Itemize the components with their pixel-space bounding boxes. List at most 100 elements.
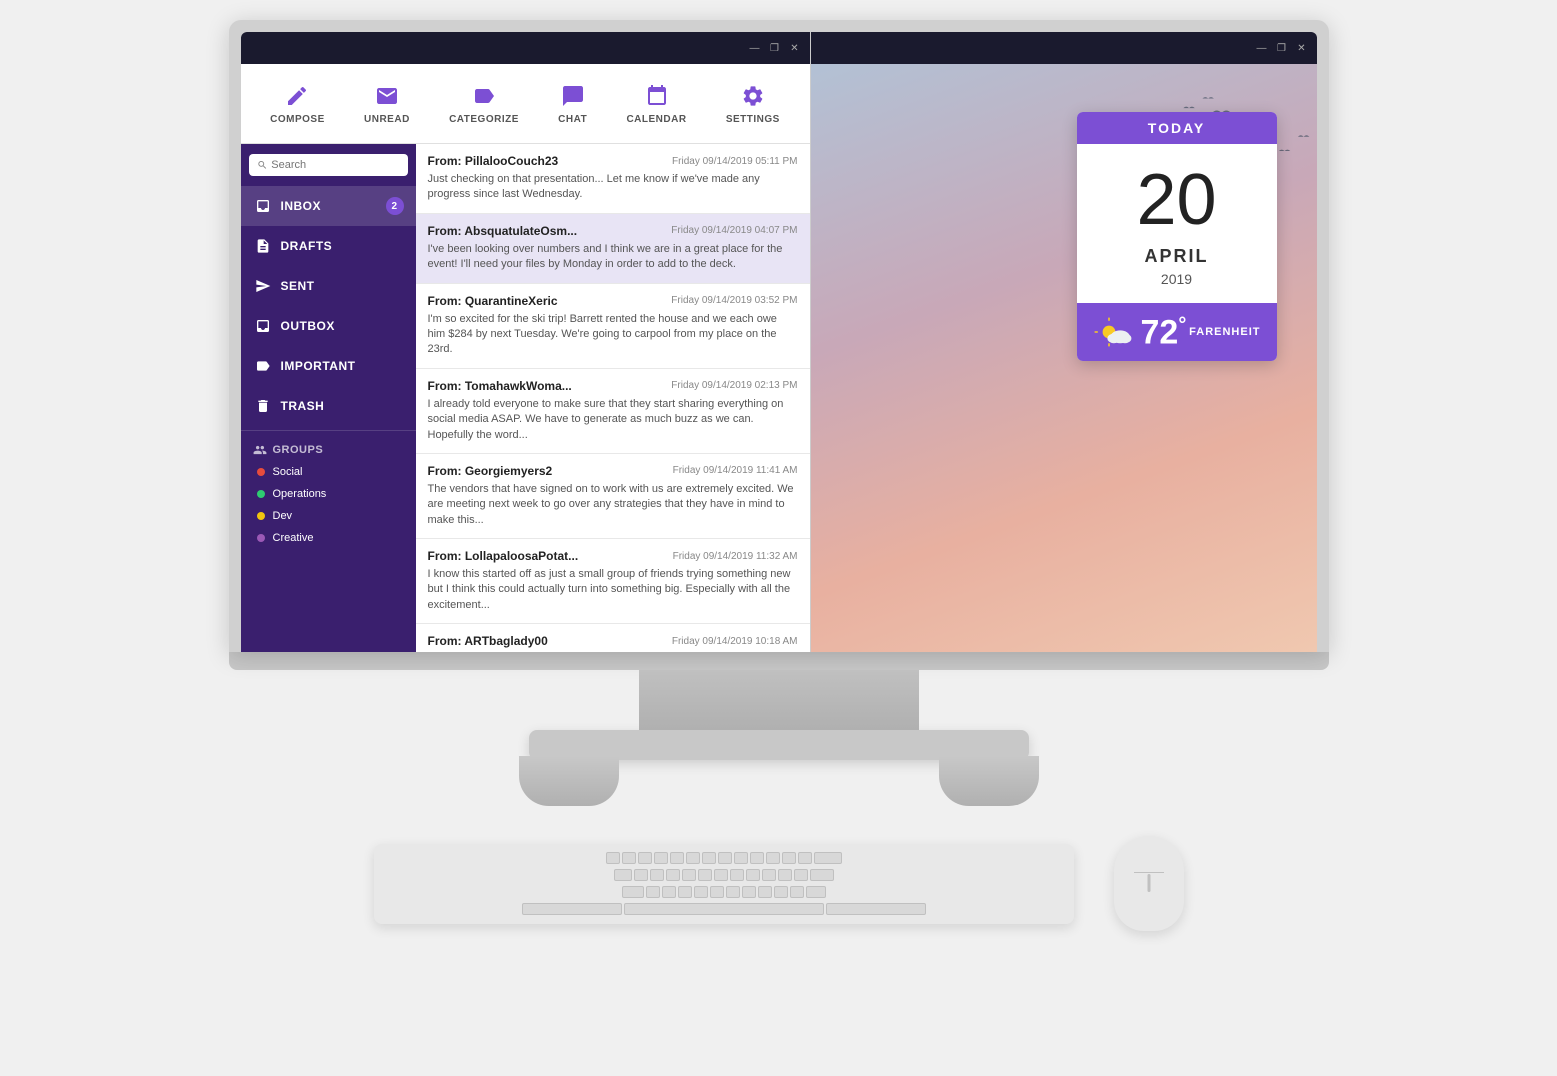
desktop-minimize-button[interactable]: —	[1255, 41, 1269, 55]
toolbar-calendar[interactable]: CALENDAR	[618, 78, 694, 129]
key	[702, 852, 716, 864]
key	[614, 869, 632, 881]
key	[638, 852, 652, 864]
social-dot	[257, 468, 265, 476]
minimize-button[interactable]: —	[748, 41, 762, 55]
key-row-3	[384, 886, 1064, 898]
monitor-neck	[639, 670, 919, 730]
email-time: Friday 09/14/2019 02:13 PM	[671, 380, 797, 391]
monitor-bottom	[229, 652, 1329, 670]
email-item[interactable]: From: Georgiemyers2 Friday 09/14/2019 11…	[416, 454, 810, 539]
calendar-label: CALENDAR	[626, 114, 686, 125]
email-list: From: PillalooCouch23 Friday 09/14/2019 …	[416, 144, 810, 652]
key	[742, 886, 756, 898]
key-row-4	[384, 903, 1064, 915]
toolbar-chat[interactable]: CHAT	[550, 78, 595, 129]
toolbar-compose[interactable]: COMPOSE	[262, 78, 333, 129]
key	[782, 852, 796, 864]
email-item[interactable]: From: LollapaloosaPotat... Friday 09/14/…	[416, 539, 810, 624]
group-creative[interactable]: Creative	[241, 527, 416, 549]
sidebar-item-sent[interactable]: SENT	[241, 266, 416, 306]
cal-today-label: TODAY	[1077, 112, 1277, 144]
key	[654, 852, 668, 864]
email-app-window: — ❐ ✕ COMPOSE	[241, 32, 811, 652]
email-main: INBOX 2 DRAFTS	[241, 144, 810, 652]
email-item[interactable]: From: QuarantineXeric Friday 09/14/2019 …	[416, 284, 810, 369]
key	[814, 852, 842, 864]
key	[622, 852, 636, 864]
email-sidebar: INBOX 2 DRAFTS	[241, 144, 416, 652]
close-button[interactable]: ✕	[788, 41, 802, 55]
unread-label: UNREAD	[364, 114, 410, 125]
desktop-close-button[interactable]: ✕	[1295, 41, 1309, 55]
key	[730, 869, 744, 881]
sent-label: SENT	[281, 279, 315, 293]
key	[714, 869, 728, 881]
sidebar-item-important[interactable]: IMPORTANT	[241, 346, 416, 386]
email-item[interactable]: From: PillalooCouch23 Friday 09/14/2019 …	[416, 144, 810, 214]
stand-leg-left	[519, 756, 619, 806]
important-icon	[253, 356, 273, 376]
settings-icon	[739, 82, 767, 110]
desktop-window: — ❐ ✕	[811, 32, 1317, 652]
monitor-stand-legs	[519, 756, 1039, 806]
email-item[interactable]: From: TomahawkWoma... Friday 09/14/2019 …	[416, 369, 810, 454]
desktop-maximize-button[interactable]: ❐	[1275, 41, 1289, 55]
sidebar-item-outbox[interactable]: OUTBOX	[241, 306, 416, 346]
email-preview: I've been looking over numbers and I thi…	[428, 242, 798, 273]
key	[758, 886, 772, 898]
key	[698, 869, 712, 881]
operations-label: Operations	[273, 488, 327, 500]
operations-dot	[257, 490, 265, 498]
key-row-2	[384, 869, 1064, 881]
calendar-icon	[643, 82, 671, 110]
trash-label: TRASH	[281, 399, 325, 413]
sidebar-item-drafts[interactable]: DRAFTS	[241, 226, 416, 266]
inbox-label: INBOX	[281, 199, 322, 213]
key	[794, 869, 808, 881]
toolbar-unread[interactable]: UNREAD	[356, 78, 418, 129]
email-preview: I'm so excited for the ski trip! Barrett…	[428, 312, 798, 358]
key	[622, 886, 644, 898]
search-box[interactable]	[249, 154, 408, 176]
maximize-button[interactable]: ❐	[768, 41, 782, 55]
cal-date: 20	[1077, 144, 1277, 246]
compose-icon	[283, 82, 311, 110]
sidebar-item-inbox[interactable]: INBOX 2	[241, 186, 416, 226]
search-input[interactable]	[271, 159, 399, 171]
key	[778, 869, 792, 881]
key	[678, 886, 692, 898]
sidebar-item-trash[interactable]: TRASH	[241, 386, 416, 426]
dev-dot	[257, 512, 265, 520]
groups-section: GROUPS	[241, 435, 416, 461]
email-from: From: PillalooCouch23	[428, 154, 559, 168]
email-time: Friday 09/14/2019 11:41 AM	[673, 465, 798, 476]
group-operations[interactable]: Operations	[241, 483, 416, 505]
group-dev[interactable]: Dev	[241, 505, 416, 527]
email-time: Friday 09/14/2019 11:32 AM	[673, 551, 798, 562]
toolbar-categorize[interactable]: CATEGORIZE	[441, 78, 527, 129]
email-from: From: QuarantineXeric	[428, 294, 558, 308]
outbox-icon	[253, 316, 273, 336]
email-item[interactable]: From: ARTbaglady00 Friday 09/14/2019 10:…	[416, 624, 810, 652]
spacebar	[522, 903, 622, 915]
email-from: From: TomahawkWoma...	[428, 379, 572, 393]
key	[762, 869, 776, 881]
windows-row: — ❐ ✕ COMPOSE	[241, 32, 1317, 652]
settings-label: SETTINGS	[726, 114, 780, 125]
key	[806, 886, 826, 898]
stand-leg-right	[939, 756, 1039, 806]
group-social[interactable]: Social	[241, 461, 416, 483]
trash-icon	[253, 396, 273, 416]
email-item[interactable]: From: AbsquatulateOsm... Friday 09/14/20…	[416, 214, 810, 284]
key	[726, 886, 740, 898]
key	[682, 869, 696, 881]
mouse	[1114, 836, 1184, 931]
screen: — ❐ ✕ COMPOSE	[241, 32, 1317, 652]
toolbar-settings[interactable]: SETTINGS	[718, 78, 788, 129]
key	[666, 869, 680, 881]
drafts-label: DRAFTS	[281, 239, 333, 253]
compose-label: COMPOSE	[270, 114, 325, 125]
cal-year: 2019	[1077, 267, 1277, 303]
chat-label: CHAT	[558, 114, 587, 125]
